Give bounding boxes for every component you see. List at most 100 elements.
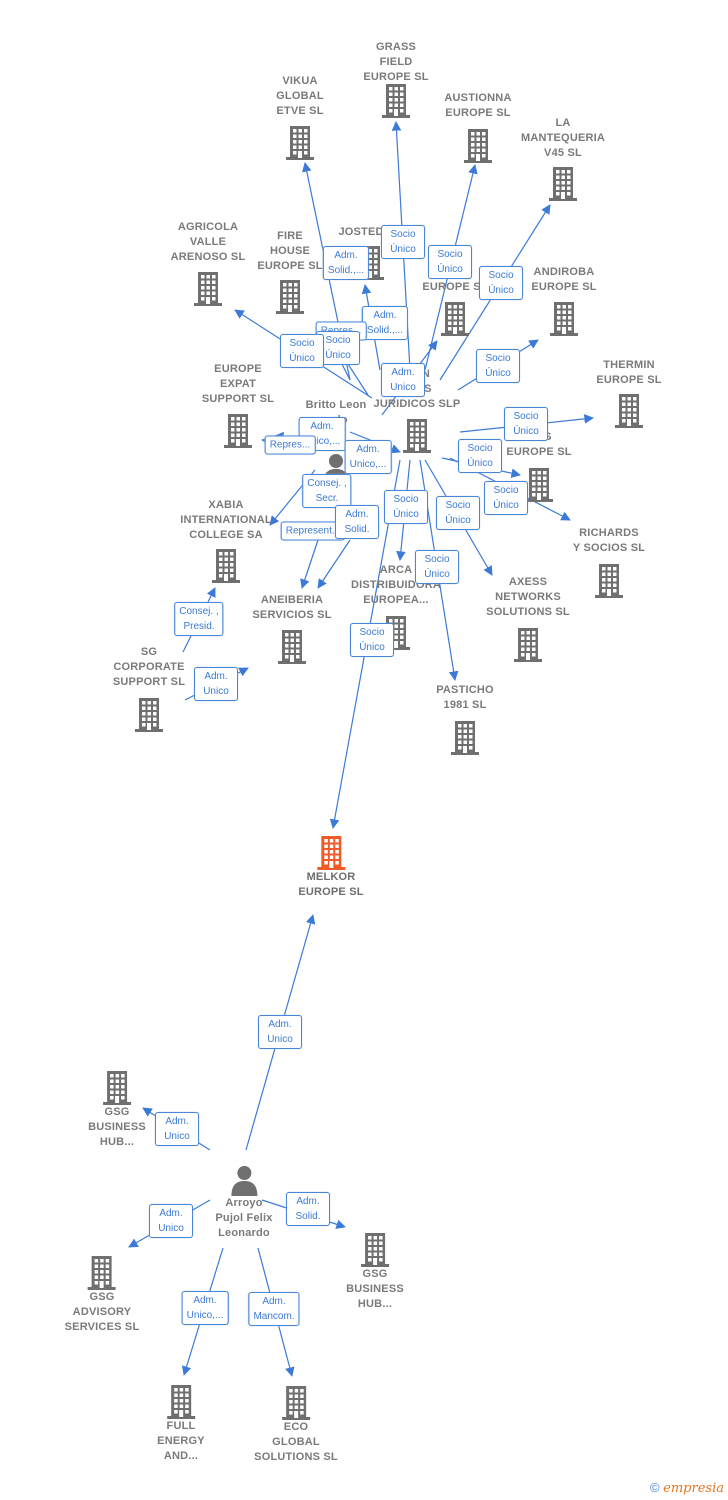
node-label: ANEIBERIA SERVICIOS SL <box>252 594 332 621</box>
building-icon <box>157 1385 205 1419</box>
edge-label[interactable]: Socio Único <box>476 349 520 383</box>
node-arroyo[interactable]: Arroyo Pujol Felix Leonardo <box>215 1164 272 1241</box>
node-label: RICHARDS Y SOCIOS SL <box>572 527 646 554</box>
brand-name: empresia <box>663 1481 724 1496</box>
edge-label[interactable]: Adm. Unico <box>381 363 425 397</box>
node-label: MELKOR EUROPE SL <box>298 871 364 898</box>
node-agricola[interactable] <box>193 272 223 306</box>
node-label: FULL ENERGY AND... <box>157 1420 205 1462</box>
building-icon <box>134 698 164 732</box>
node-sg[interactable] <box>134 698 164 732</box>
edge-label[interactable]: Socio Único <box>458 439 502 473</box>
building-icon <box>346 1233 404 1267</box>
edge-britto-to-aneiberia <box>300 539 319 589</box>
edge-label[interactable]: Adm. Unico,... <box>181 1291 229 1325</box>
edge-label[interactable]: Socio Único <box>350 623 394 657</box>
node-melkor[interactable]: MELKOR EUROPE SL <box>298 836 363 900</box>
node-label: EUROPE EXPAT SUPPORT SL <box>201 363 275 405</box>
edge-label[interactable]: Adm. Solid. <box>286 1192 330 1226</box>
edge-label[interactable]: Adm. Unico,... <box>344 440 392 474</box>
node-pasticho[interactable] <box>450 721 480 755</box>
building-icon <box>524 468 554 502</box>
node-agricola-caption: AGRICOLA VALLE ARENOSO SL <box>171 220 246 265</box>
node-label: AGRICOLA VALLE ARENOSO SL <box>170 221 246 263</box>
node-label: ECO GLOBAL SOLUTIONS SL <box>254 1421 338 1463</box>
node-aneiberia[interactable] <box>277 630 307 664</box>
node-xabia-caption: XABIA INTERNATIONAL COLLEGE SA <box>180 498 272 543</box>
node-austionna[interactable] <box>463 129 493 163</box>
edge-label[interactable]: Socio Único <box>484 481 528 515</box>
edge-label[interactable]: Adm. Unico <box>155 1112 199 1146</box>
node-pasticho-caption: PASTICHO 1981 SL <box>436 683 494 713</box>
node-label: ANDIROBA EUROPE SL <box>531 266 597 293</box>
edge-label[interactable]: Socio Único <box>479 266 523 300</box>
node-gsg2[interactable]: GSG BUSINESS HUB... <box>346 1233 404 1312</box>
node-andiroba-caption: ANDIROBA EUROPE SL <box>531 265 596 295</box>
node-label: PASTICHO 1981 SL <box>436 684 494 711</box>
edge-label[interactable]: Adm. Unico <box>194 667 238 701</box>
building-icon <box>381 84 411 118</box>
copyright-symbol: © <box>649 1480 660 1495</box>
building-icon <box>88 1071 146 1105</box>
node-grass[interactable] <box>381 84 411 118</box>
node-vikua[interactable] <box>285 126 315 160</box>
edge-label[interactable]: Adm. Unico <box>149 1204 193 1238</box>
edge-label[interactable]: Socio Único <box>428 245 472 279</box>
node-label: GRASS FIELD EUROPE SL <box>363 41 429 83</box>
node-fire[interactable] <box>275 280 305 314</box>
node-thermin[interactable] <box>614 394 644 428</box>
node-expat[interactable] <box>223 414 253 448</box>
node-label: XABIA INTERNATIONAL COLLEGE SA <box>180 499 272 541</box>
node-label: GSG BUSINESS HUB... <box>88 1106 146 1148</box>
building-icon <box>285 126 315 160</box>
node-label: THERMIN EUROPE SL <box>596 359 662 386</box>
building-icon <box>65 1256 140 1290</box>
building-icon <box>298 836 363 870</box>
node-label: LA MANTEQUERIA V45 SL <box>520 117 606 159</box>
node-richards[interactable] <box>594 564 624 598</box>
node-andiroba[interactable] <box>549 302 579 336</box>
node-xabia[interactable] <box>211 549 241 583</box>
edge-label[interactable]: Socio Único <box>504 407 548 441</box>
building-icon <box>277 630 307 664</box>
node-aneiberia-caption: ANEIBERIA SERVICIOS SL <box>252 593 331 623</box>
node-axess[interactable] <box>513 628 543 662</box>
node-label: VIKUA GLOBAL ETVE SL <box>276 75 324 117</box>
node-label: GSG BUSINESS HUB... <box>346 1268 404 1310</box>
edge-label[interactable]: Socio Único <box>384 490 428 524</box>
network-diagram: MELKOR EUROPE SL GRASS FIELD EUROPE SL VIK… <box>0 0 728 1500</box>
node-mantequeria[interactable] <box>548 167 578 201</box>
edge-label[interactable]: Socio Único <box>415 550 459 584</box>
edge-label[interactable]: Socio Único <box>381 225 425 259</box>
node-sg-caption: SG CORPORATE SUPPORT SL <box>113 645 185 690</box>
node-axess-caption: AXESS NETWORKS SOLUTIONS SL <box>486 575 570 620</box>
node-fire-caption: FIRE HOUSE EUROPE SL <box>257 229 322 274</box>
node-richards-caption: RICHARDS Y SOCIOS SL <box>573 526 645 556</box>
node-aeurope[interactable] <box>440 302 470 336</box>
node-aseurope[interactable] <box>524 468 554 502</box>
building-icon <box>463 129 493 163</box>
node-full[interactable]: FULL ENERGY AND... <box>157 1385 205 1464</box>
node-eco[interactable]: ECO GLOBAL SOLUTIONS SL <box>254 1386 338 1465</box>
edge-label[interactable]: Adm. Mancom. <box>248 1292 300 1326</box>
node-gsg1[interactable]: GSG BUSINESS HUB... <box>88 1071 146 1150</box>
building-icon <box>402 419 432 453</box>
edge-label[interactable]: Adm. Solid.,... <box>322 246 370 280</box>
edge-label[interactable]: Adm. Solid.,... <box>361 306 409 340</box>
building-icon <box>440 302 470 336</box>
edge-label[interactable]: Repres... <box>264 435 316 455</box>
node-mantequeria-caption: LA MANTEQUERIA V45 SL <box>521 116 605 161</box>
building-icon <box>193 272 223 306</box>
edge-label[interactable]: Consej. , Secr. <box>302 474 352 508</box>
edge-label[interactable]: Adm. Unico <box>258 1015 302 1049</box>
node-label: AXESS NETWORKS SOLUTIONS SL <box>486 576 570 618</box>
node-juridicos[interactable] <box>402 419 432 453</box>
edge-label[interactable]: Adm. Solid. <box>335 505 379 539</box>
node-advisory[interactable]: GSG ADVISORY SERVICES SL <box>65 1256 140 1335</box>
edge-label[interactable]: Socio Único <box>280 334 324 368</box>
edge-label[interactable]: Socio Único <box>436 496 480 530</box>
edge-label[interactable]: Consej. , Presid. <box>174 602 224 636</box>
building-icon <box>513 628 543 662</box>
building-icon <box>594 564 624 598</box>
building-icon <box>223 414 253 448</box>
